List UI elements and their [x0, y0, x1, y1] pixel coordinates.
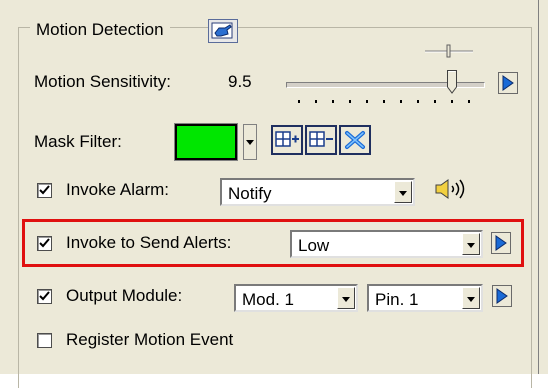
invoke-alarm-value: Notify — [228, 184, 272, 203]
output-module-label: Output Module: — [66, 286, 183, 305]
play-arrow-icon — [502, 75, 514, 91]
slider-tick — [349, 100, 351, 103]
slider-tick — [383, 100, 385, 103]
motion-sensitivity-value: 9.5 — [228, 72, 252, 91]
slider-tick — [315, 100, 317, 103]
output-module-apply-button[interactable] — [492, 285, 512, 307]
play-arrow-icon — [496, 288, 508, 304]
motion-sensitivity-label: Motion Sensitivity: — [34, 72, 171, 91]
grid-add-button[interactable] — [271, 125, 303, 155]
sensitivity-slider-ticks — [298, 100, 478, 104]
slider-tick — [332, 100, 334, 103]
invoke-alarm-label: Invoke Alarm: — [66, 180, 169, 199]
send-alerts-highlight — [22, 219, 524, 267]
register-event-label: Register Motion Event — [66, 330, 234, 349]
invoke-alarm-select[interactable]: Notify — [220, 178, 415, 206]
slider-tick — [366, 100, 368, 103]
chevron-down-icon[interactable] — [394, 181, 412, 203]
slider-tick — [417, 100, 419, 103]
output-module-value: Mod. 1 — [242, 290, 294, 309]
sensitivity-slider-thumb[interactable] — [447, 70, 457, 94]
mini-slider-indicator — [425, 44, 473, 58]
grid-remove-button[interactable] — [305, 125, 337, 155]
register-event-checkbox[interactable] — [37, 333, 52, 348]
mask-color-swatch[interactable] — [174, 123, 238, 161]
output-pin-select[interactable]: Pin. 1 — [367, 284, 483, 312]
slider-tick — [298, 100, 300, 103]
hand-pointer-icon[interactable] — [208, 19, 238, 43]
chevron-down-icon — [246, 140, 254, 145]
group-title: Motion Detection — [30, 17, 170, 43]
grid-add-icon — [275, 131, 299, 147]
slider-tick — [468, 100, 470, 103]
check-icon — [39, 291, 50, 301]
motion-detection-panel: Motion Detection Motion Sensitivity: 9.5… — [0, 0, 548, 388]
sensitivity-apply-button[interactable] — [498, 72, 518, 94]
grid-clear-icon — [345, 131, 365, 149]
grid-clear-button[interactable] — [339, 125, 371, 155]
slider-tick — [434, 100, 436, 103]
check-icon — [39, 185, 50, 195]
chevron-down-icon[interactable] — [337, 287, 355, 309]
output-pin-value: Pin. 1 — [375, 290, 419, 309]
output-module-checkbox[interactable] — [37, 289, 52, 304]
panel-edge — [538, 0, 539, 374]
slider-tick — [451, 100, 453, 103]
grid-remove-icon — [309, 131, 333, 147]
chevron-down-icon[interactable] — [462, 287, 480, 309]
output-module-select[interactable]: Mod. 1 — [234, 284, 358, 312]
speaker-icon[interactable] — [433, 177, 477, 201]
mask-filter-label: Mask Filter: — [34, 132, 122, 151]
mask-color-dropdown[interactable] — [243, 124, 257, 160]
invoke-alarm-checkbox[interactable] — [37, 183, 52, 198]
slider-tick — [400, 100, 402, 103]
